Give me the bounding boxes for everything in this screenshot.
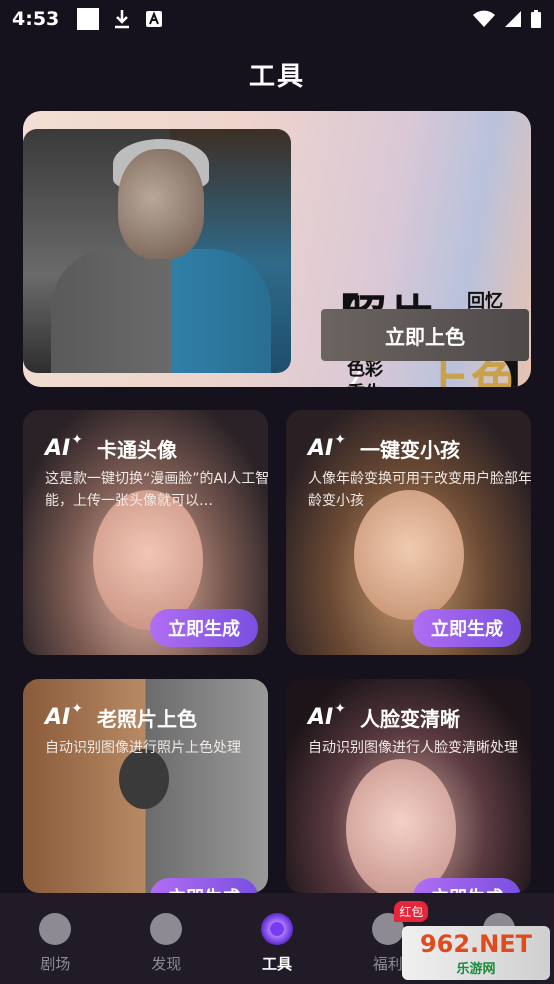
- card-title: 老照片上色: [96, 707, 197, 731]
- generate-button[interactable]: 立即生成: [150, 878, 258, 893]
- tab-label: 剧场: [40, 955, 71, 973]
- status-bar: 4:53: [0, 0, 554, 38]
- card-description: 人像年龄变换可用于改变用户脸部年龄变小孩: [308, 471, 531, 509]
- watermark-main: 962.NET: [419, 929, 533, 958]
- tab-label: 工具: [261, 955, 292, 973]
- card-description: 这是款一键切换“漫画脸”的AI人工智能，上传一张头像就可以…: [45, 471, 268, 509]
- tab-label: 发现: [151, 955, 182, 973]
- generate-button[interactable]: 立即生成: [413, 609, 521, 647]
- tab-discover[interactable]: 发现: [111, 893, 222, 984]
- card-description: 自动识别图像进行照片上色处理: [45, 740, 241, 756]
- ai-logo-icon: AI ✦: [45, 432, 83, 461]
- film-reel-icon: [39, 913, 72, 945]
- signal-icon: [505, 11, 521, 27]
- banner-photo: [23, 129, 291, 373]
- font-a-icon: [146, 11, 163, 27]
- card-old-photo-colorize[interactable]: AI✦ 老照片上色 自动识别图像进行照片上色处理 立即生成: [23, 679, 268, 893]
- ai-logo-icon: AI ✦: [308, 701, 346, 730]
- ai-logo-icon: AI ✦: [45, 701, 83, 730]
- aperture-icon: [260, 913, 293, 945]
- tab-tools[interactable]: 工具: [222, 893, 333, 984]
- red-packet-badge: 红包: [394, 901, 429, 922]
- generate-button[interactable]: 立即生成: [413, 878, 521, 893]
- card-portrait: [346, 759, 456, 893]
- tab-label: 福利: [372, 955, 403, 973]
- card-cartoon-avatar[interactable]: AI ✦ 卡通头像 这是款一键切换“漫画脸”的AI人工智能，上传一张头像就可以… …: [23, 410, 268, 655]
- notification-square-icon: [77, 8, 100, 30]
- generate-button[interactable]: 立即生成: [150, 609, 258, 647]
- download-icon: [115, 10, 130, 29]
- ai-logo-icon: AI ✦: [308, 432, 346, 461]
- colorize-now-button[interactable]: 立即上色: [321, 309, 529, 361]
- banner-tag-rebirth: 重生: [347, 379, 383, 387]
- site-watermark: 962.NET 乐游网: [402, 926, 550, 980]
- status-notifications: [77, 8, 163, 30]
- wifi-icon: [473, 10, 495, 27]
- status-system-icons: [472, 9, 542, 29]
- page-title: 工具: [248, 62, 305, 92]
- card-become-child[interactable]: AI ✦ 一键变小孩 人像年龄变换可用于改变用户脸部年龄变小孩 立即生成: [286, 410, 531, 655]
- card-title: 一键变小孩: [359, 438, 460, 462]
- battery-icon: [531, 10, 541, 28]
- watermark-sub: 乐游网: [456, 961, 496, 977]
- card-title: 人脸变清晰: [359, 707, 460, 731]
- photo-colorize-banner[interactable]: 【 照片 回忆 升级 色彩 重生 上色 】 立即上色: [23, 111, 531, 387]
- planet-icon: [150, 913, 183, 945]
- tab-theater[interactable]: 剧场: [0, 893, 111, 984]
- card-description: 自动识别图像进行人脸变清晰处理: [308, 740, 518, 756]
- card-face-enhance[interactable]: AI✦ 人脸变清晰 自动识别图像进行人脸变清晰处理 立即生成: [286, 679, 531, 893]
- status-time: 4:53: [12, 8, 60, 30]
- card-title: 卡通头像: [96, 438, 177, 462]
